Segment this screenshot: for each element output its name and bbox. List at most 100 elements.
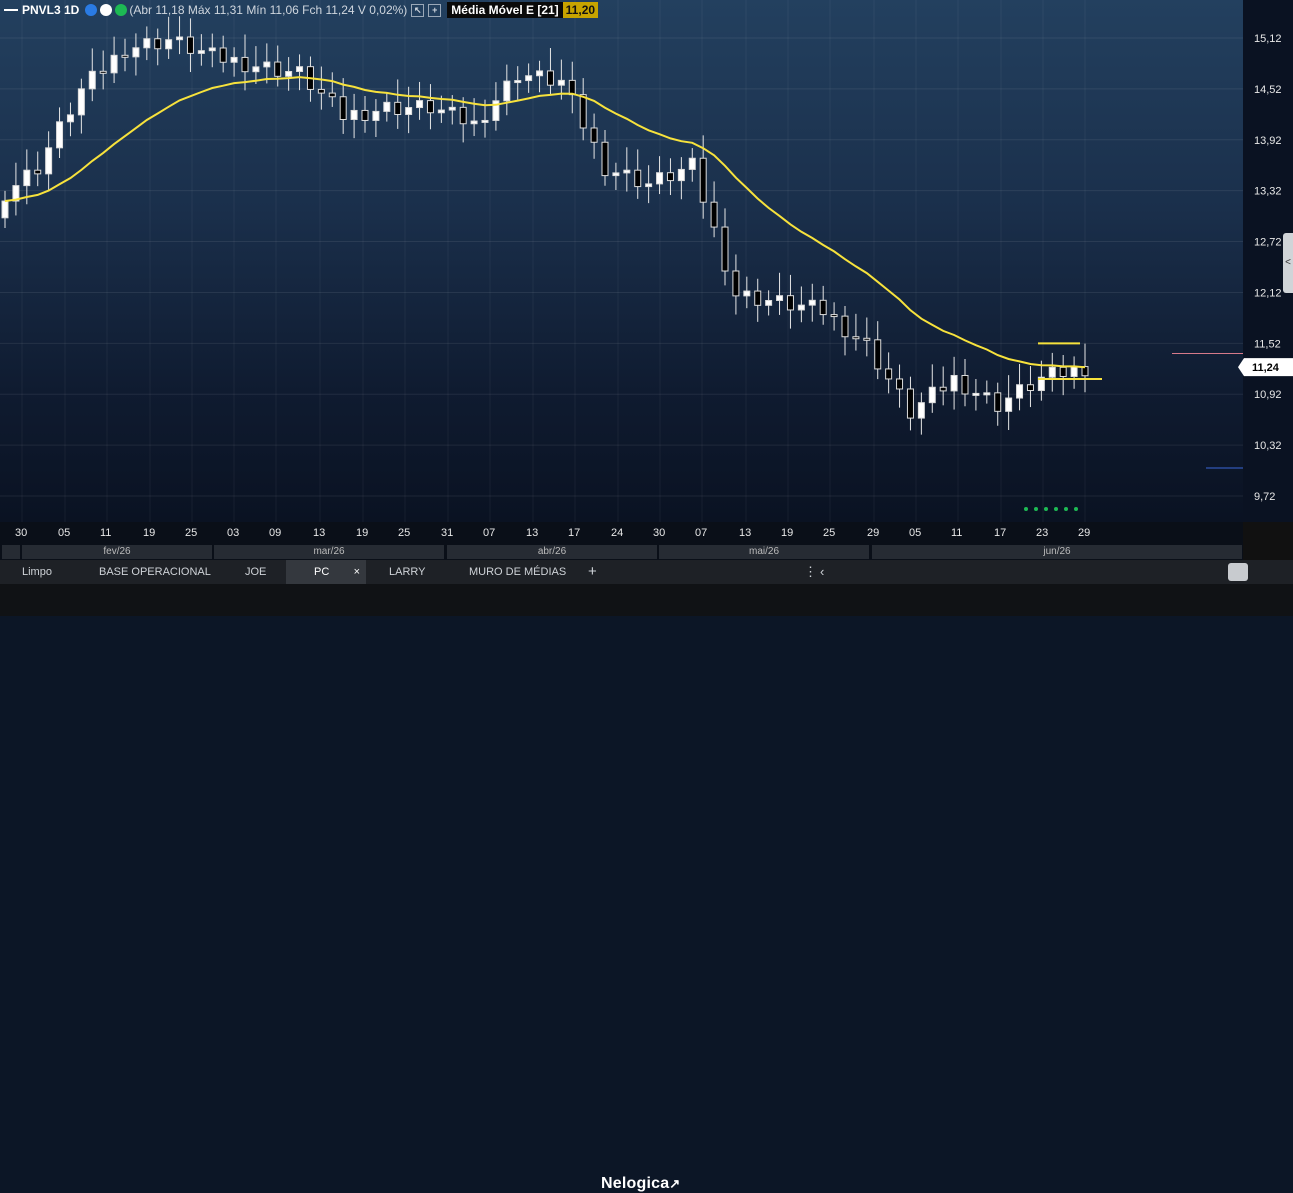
candle-body [1070,366,1078,377]
candle-body [350,109,358,120]
collapse-icon[interactable]: ↖ [411,3,425,17]
month-label: mai/26 [659,545,869,559]
hide-icon[interactable] [100,4,113,16]
candle-body [721,226,729,272]
candle-body [874,339,882,370]
candle-body [208,47,216,52]
candle-body [928,386,936,404]
tab-muro-de-medias[interactable]: MURO DE MÉDIAS [461,560,574,584]
date-tick-label: 29 [867,527,880,539]
candle-body [961,374,969,395]
month-axis: fev/26 mar/26 abr/26 mai/26 jun/26 [0,544,1243,560]
candle-body [296,66,304,73]
date-tick-label: 05 [58,527,71,539]
candle-body [699,157,707,203]
candle-body [405,107,413,115]
candle-body [830,314,838,318]
date-tick-label: 17 [994,527,1007,539]
series-line-icon [4,9,18,11]
collapse-panel-icon[interactable]: < [1283,233,1293,293]
candle-body [219,47,227,63]
candle-body [601,141,609,177]
tab-base-operacional[interactable]: BASE OPERACIONAL [91,560,219,584]
candle-body [154,38,162,50]
candle-body [623,169,631,174]
candle-body [688,157,696,170]
scroll-left-icon[interactable]: ‹ [812,560,832,584]
candle-body [514,80,522,84]
candle-body [536,70,544,77]
date-tick-label: 25 [823,527,836,539]
date-tick-label: 25 [398,527,411,539]
candle-body [896,378,904,390]
date-axis[interactable]: 30 05 11 19 25 03 09 13 19 25 31 07 13 17 24 30 07 13 19 25… [0,522,1243,544]
date-tick-label: 13 [739,527,752,539]
close-icon[interactable]: × [354,560,360,584]
candle-body [394,101,402,115]
date-tick-label: 05 [909,527,922,539]
candle-body [852,336,860,340]
date-tick-label: 13 [526,527,539,539]
date-tick-label: 24 [611,527,624,539]
candle-body [426,100,434,114]
candle-body [808,299,816,306]
signal-dot [1034,507,1038,511]
date-tick-label: 07 [695,527,708,539]
scroll-button[interactable] [1228,563,1248,581]
candle-body [230,56,238,63]
candle-body [88,70,96,90]
candle-body [186,36,194,54]
candle-body [732,270,740,297]
candle-body [557,79,565,86]
footer: Nelogica↗ [0,584,1293,1192]
signal-dot [1044,507,1048,511]
price-tick-label: 12,12 [1254,287,1282,299]
candle-body [143,38,151,49]
candle-body [579,94,587,129]
chart-legend: PNVL3 1D (Abr 11,18 Máx 11,31 Mín 11,06 … [0,0,599,20]
ema-line[interactable] [4,76,1086,369]
add-tab-button[interactable]: + [580,560,605,584]
symbol-label[interactable]: PNVL3 1D [22,3,79,17]
month-label: abr/26 [447,545,657,559]
candle-body [285,71,293,77]
candle-body [503,80,511,102]
add-indicator-icon[interactable]: + [428,3,442,17]
tab-pc[interactable]: PC × [286,560,366,584]
candle-body [1059,366,1067,377]
candle-body [241,56,249,73]
candle-body [743,290,751,297]
candle-body [383,101,391,112]
month-label-partial [2,545,20,559]
candle-body [56,121,64,149]
indicator-value: 11,20 [562,2,599,18]
tab-larry[interactable]: LARRY [381,560,433,584]
price-tick-label: 15,12 [1254,33,1282,45]
price-tick-label: 10,32 [1254,440,1282,452]
candle-body [776,295,784,302]
candle-body [819,299,827,316]
settings-icon[interactable] [85,4,98,16]
candle-body [1005,397,1013,412]
candle-body [612,172,620,177]
date-tick-label: 19 [143,527,156,539]
tab-joe[interactable]: JOE [237,560,274,584]
candle-body [525,75,533,82]
date-tick-label: 13 [313,527,326,539]
candle-body [885,368,893,380]
candle-body [34,169,42,175]
candle-body [361,109,369,121]
date-tick-label: 11 [951,527,963,539]
tab-limpo[interactable]: Limpo [14,560,60,584]
candle-body [1,200,9,219]
candle-body [634,169,642,188]
candle-body [176,36,184,41]
price-tick-label: 9,72 [1254,491,1275,503]
indicator-label[interactable]: Média Móvel E [21] [447,2,563,18]
candle-body [448,106,456,111]
candlestick-chart[interactable]: 15,12 14,52 13,92 13,32 12,72 12,12 11,52 10,92… [0,0,1293,522]
logo-mark-icon: ↗ [669,1176,681,1191]
candle-body [841,315,849,338]
date-tick-label: 19 [781,527,794,539]
candle-body [1016,384,1024,399]
